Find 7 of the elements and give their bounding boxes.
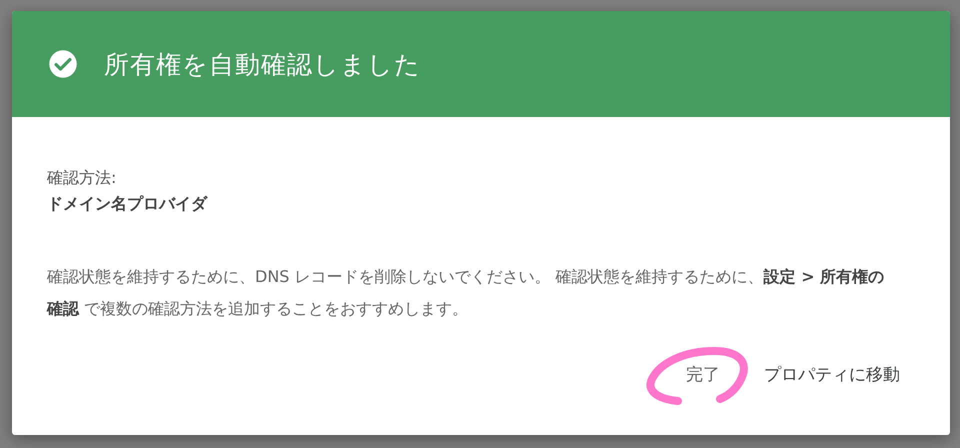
message-text: 確認状態を維持するために、DNS レコードを削除しないでください。 確認状態を維持するために、設定 > 所有権の確認 で複数の確認方法を追加することをおすすめします。 [47,266,886,320]
method-value: ドメイン名プロバイダ [47,193,209,215]
go-to-property-button[interactable]: プロパティに移動 [752,355,912,394]
done-button[interactable]: 完了 [674,355,732,394]
dialog-title: 所有権を自動確認しました [104,48,421,80]
method-label: 確認方法: [47,167,118,189]
check-circle-icon [48,49,78,79]
